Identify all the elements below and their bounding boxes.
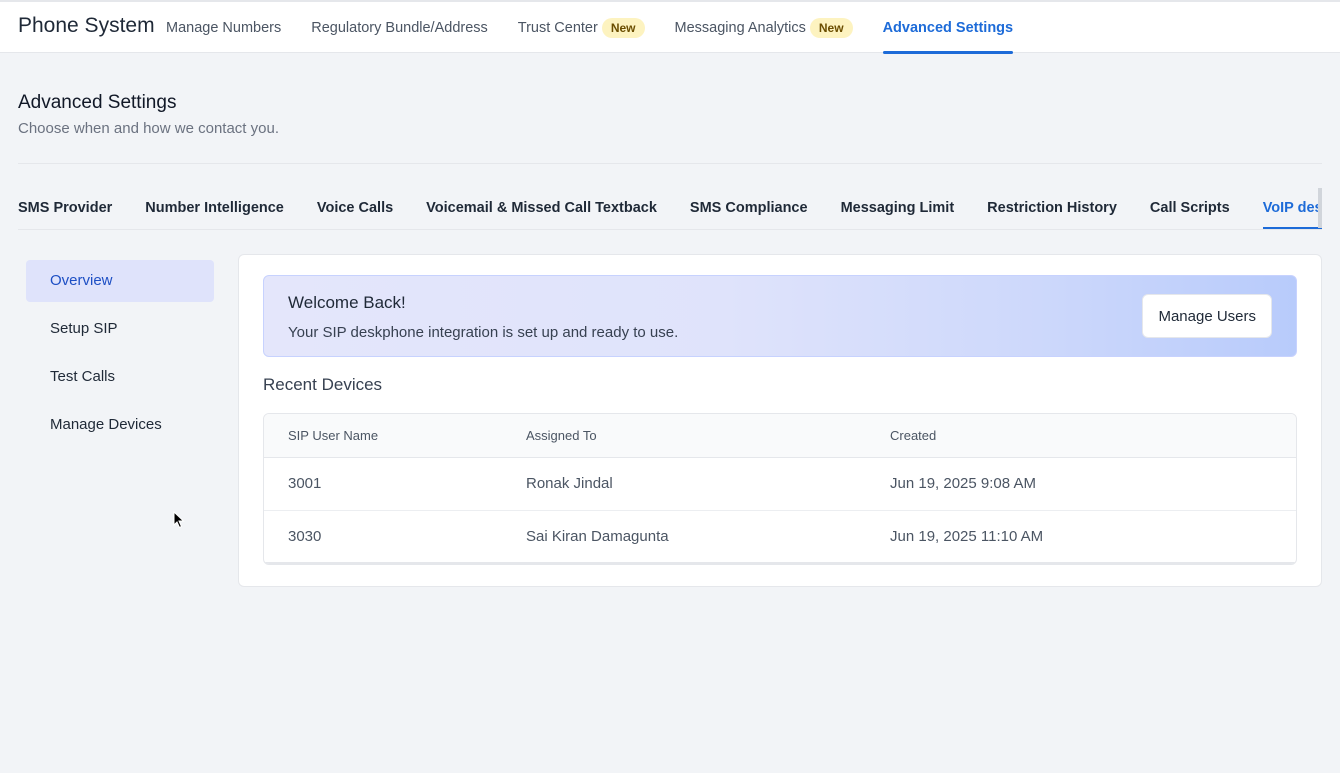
overview-card: Welcome Back! Your SIP deskphone integra… (238, 254, 1322, 587)
tab-sms-provider[interactable]: SMS Provider (18, 188, 112, 229)
nav-label: Advanced Settings (882, 19, 1014, 36)
settings-tabs: SMS Provider Number Intelligence Voice Cal… (18, 188, 1322, 230)
sidebar-item-setup-sip[interactable]: Setup SIP (26, 308, 214, 350)
welcome-banner: Welcome Back! Your SIP deskphone integra… (263, 275, 1297, 357)
recent-devices-table: SIP User Name Assigned To Created 3001 R… (263, 413, 1297, 565)
tab-messaging-limit[interactable]: Messaging Limit (841, 188, 955, 229)
top-nav: Manage Numbers Regulatory Bundle/Address… (166, 2, 1043, 54)
nav-label: Regulatory Bundle/Address (311, 19, 488, 36)
table-row[interactable]: 3001 Ronak Jindal Jun 19, 2025 9:08 AM (264, 457, 1296, 511)
sidebar-item-manage-devices[interactable]: Manage Devices (26, 404, 214, 446)
banner-title: Welcome Back! (288, 293, 406, 312)
cell-sip-user: 3030 (264, 510, 526, 564)
tab-call-scripts[interactable]: Call Scripts (1150, 188, 1230, 229)
tab-voip-deskphone[interactable]: VoIP deskphone (SIP) (1262, 188, 1322, 229)
cell-assigned-to: Ronak Jindal (526, 457, 890, 511)
manage-users-button[interactable]: Manage Users (1142, 294, 1272, 338)
column-header-sip-user[interactable]: SIP User Name (264, 414, 526, 458)
page-title: Advanced Settings (18, 92, 177, 113)
page-subtitle: Choose when and how we contact you. (18, 120, 279, 137)
sidebar-item-overview[interactable]: Overview (26, 260, 214, 302)
app-title: Phone System (18, 14, 155, 37)
column-header-assigned-to[interactable]: Assigned To (526, 414, 890, 458)
banner-text: Your SIP deskphone integration is set up… (288, 324, 679, 341)
sidebar-item-test-calls[interactable]: Test Calls (26, 356, 214, 398)
tab-voice-calls[interactable]: Voice Calls (317, 188, 393, 229)
tab-restriction-history[interactable]: Restriction History (987, 188, 1117, 229)
tab-number-intelligence[interactable]: Number Intelligence (145, 188, 284, 229)
top-navigation-bar: Phone System Manage Numbers Regulatory B… (0, 0, 1340, 54)
tabs-scrollbar[interactable] (1318, 188, 1322, 228)
nav-trust-center[interactable]: Trust Center New (518, 2, 645, 53)
tab-voicemail-missed-call[interactable]: Voicemail & Missed Call Textback (426, 188, 657, 229)
column-header-created[interactable]: Created (890, 414, 1296, 458)
cell-sip-user: 3001 (264, 457, 526, 511)
new-badge: New (601, 17, 645, 38)
new-badge: New (809, 17, 853, 38)
tab-sms-compliance[interactable]: SMS Compliance (690, 188, 808, 229)
cell-created: Jun 19, 2025 11:10 AM (890, 510, 1296, 564)
cell-assigned-to: Sai Kiran Damagunta (526, 510, 890, 564)
table-header-row: SIP User Name Assigned To Created (264, 414, 1296, 458)
nav-label: Trust Center (517, 19, 598, 36)
nav-regulatory-bundle[interactable]: Regulatory Bundle/Address (311, 2, 488, 53)
nav-label: Manage Numbers (166, 19, 282, 36)
nav-advanced-settings[interactable]: Advanced Settings (882, 2, 1014, 54)
mouse-cursor-icon (173, 511, 185, 529)
recent-devices-title: Recent Devices (263, 375, 383, 394)
cell-created: Jun 19, 2025 9:08 AM (890, 457, 1296, 511)
header-divider (18, 163, 1322, 164)
nav-messaging-analytics[interactable]: Messaging Analytics New (675, 2, 853, 53)
nav-manage-numbers[interactable]: Manage Numbers (166, 2, 281, 53)
nav-label: Messaging Analytics (674, 19, 806, 36)
table-row[interactable]: 3030 Sai Kiran Damagunta Jun 19, 2025 11… (264, 510, 1296, 564)
